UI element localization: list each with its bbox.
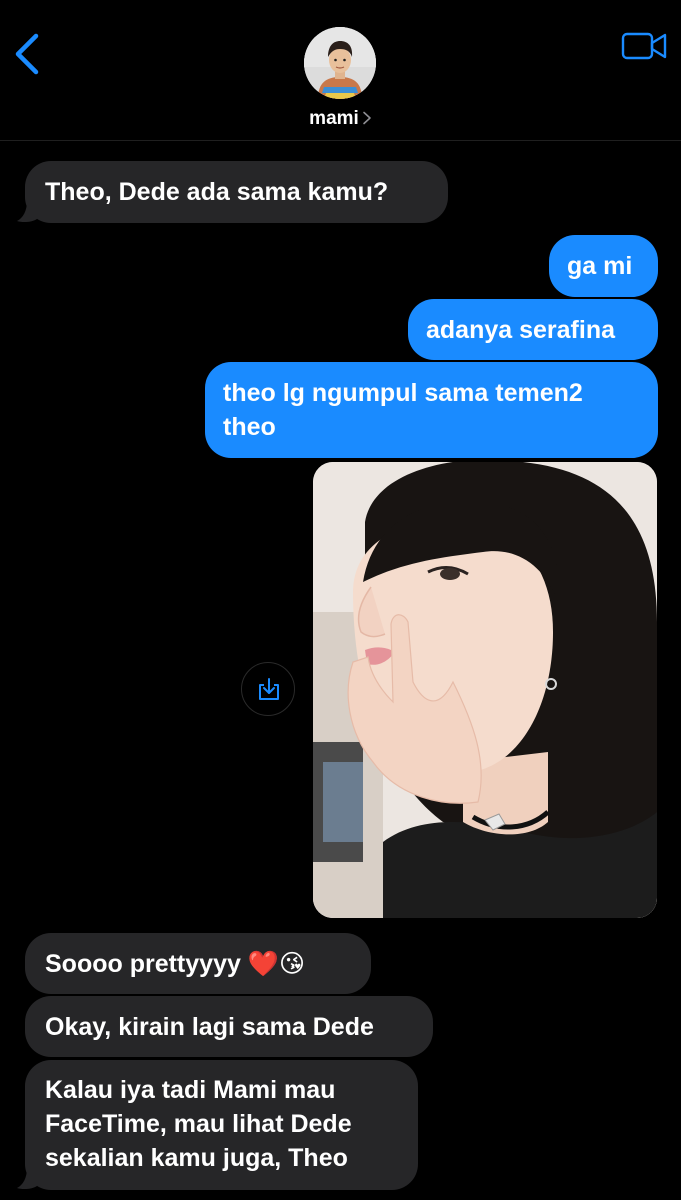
incoming-message[interactable]: Soooo prettyyyy ❤️😘	[25, 933, 371, 994]
photo-attachment[interactable]	[313, 462, 657, 918]
message-text-line: theo	[223, 413, 276, 441]
back-button[interactable]	[8, 28, 52, 80]
message-text: adanya serafina	[426, 316, 615, 344]
avatar-photo	[304, 27, 376, 99]
bubble-tail	[17, 201, 37, 223]
message-text-line: FaceTime, mau lihat Dede	[45, 1110, 352, 1138]
outgoing-message[interactable]: theo lg ngumpul sama temen2 theo	[205, 362, 658, 458]
save-photo-button[interactable]	[241, 662, 295, 716]
conversation-header: mami	[0, 0, 681, 141]
kissing-face-emoji: 😘	[278, 949, 306, 978]
incoming-message[interactable]: Kalau iya tadi Mami mau FaceTime, mau li…	[25, 1060, 418, 1190]
red-heart-emoji: ❤️	[247, 949, 279, 978]
facetime-video-button[interactable]	[621, 30, 669, 64]
portrait-photo	[313, 462, 657, 918]
video-camera-icon	[621, 32, 667, 60]
bubble-tail	[17, 1168, 37, 1190]
message-text: Soooo prettyyyy	[45, 950, 241, 978]
message-text-line: sekalian kamu juga, Theo	[45, 1144, 348, 1172]
outgoing-message[interactable]: ga mi	[549, 235, 658, 297]
outgoing-message[interactable]: adanya serafina	[408, 299, 658, 360]
message-text: Okay, kirain lagi sama Dede	[45, 1013, 374, 1041]
message-text: ga mi	[567, 252, 633, 280]
message-text: Theo, Dede ada sama kamu?	[45, 178, 389, 206]
save-download-icon	[259, 678, 279, 700]
message-text-line: theo lg ngumpul sama temen2	[223, 379, 583, 407]
chevron-left-icon	[15, 33, 39, 75]
contact-name-button[interactable]: mami	[0, 108, 681, 130]
incoming-message[interactable]: Okay, kirain lagi sama Dede	[25, 996, 433, 1057]
contact-avatar[interactable]	[304, 27, 376, 99]
incoming-message[interactable]: Theo, Dede ada sama kamu?	[25, 161, 448, 223]
contact-name: mami	[309, 108, 359, 129]
message-text-line: Kalau iya tadi Mami mau	[45, 1076, 336, 1104]
chevron-right-icon	[363, 111, 371, 125]
